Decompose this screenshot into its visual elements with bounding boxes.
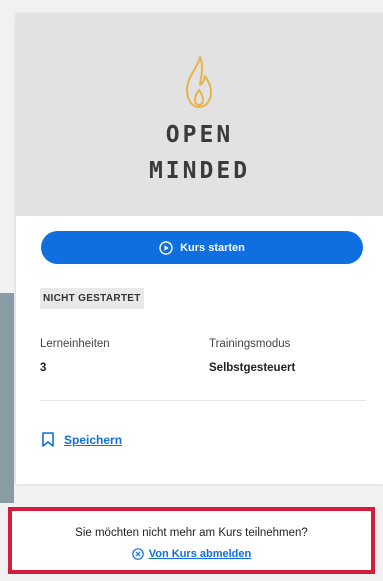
course-hero: OPEN MINDED [16,14,383,216]
background-side-band [0,293,14,503]
close-circle-icon [131,548,144,560]
save-button[interactable]: Speichern [42,432,122,447]
course-title-line2: MINDED [148,158,251,184]
unsubscribe-panel: Sie möchten nicht mehr am Kurs teilnehme… [8,507,375,574]
mode-value: Selbstgesteuert [209,362,296,374]
save-label: Speichern [64,432,123,447]
bookmark-icon [42,432,54,447]
play-circle-icon [159,240,173,255]
status-badge: NICHT GESTARTET [40,288,144,309]
course-card: OPEN MINDED Kurs starten NICHT GESTARTET… [16,14,383,484]
unsubscribe-link-label: Von Kurs abmelden [148,548,252,560]
start-course-button[interactable]: Kurs starten [41,231,363,264]
divider [40,400,366,401]
mode-label: Trainingsmodus [209,338,291,350]
course-title-line1: OPEN [165,122,234,148]
units-value: 3 [40,362,47,374]
unsubscribe-question: Sie möchten nicht mehr am Kurs teilnehme… [75,527,308,539]
unsubscribe-link[interactable]: Von Kurs abmelden [12,548,371,560]
start-course-label: Kurs starten [180,241,245,254]
units-label: Lerneinheiten [40,338,110,350]
flame-icon [186,56,212,108]
